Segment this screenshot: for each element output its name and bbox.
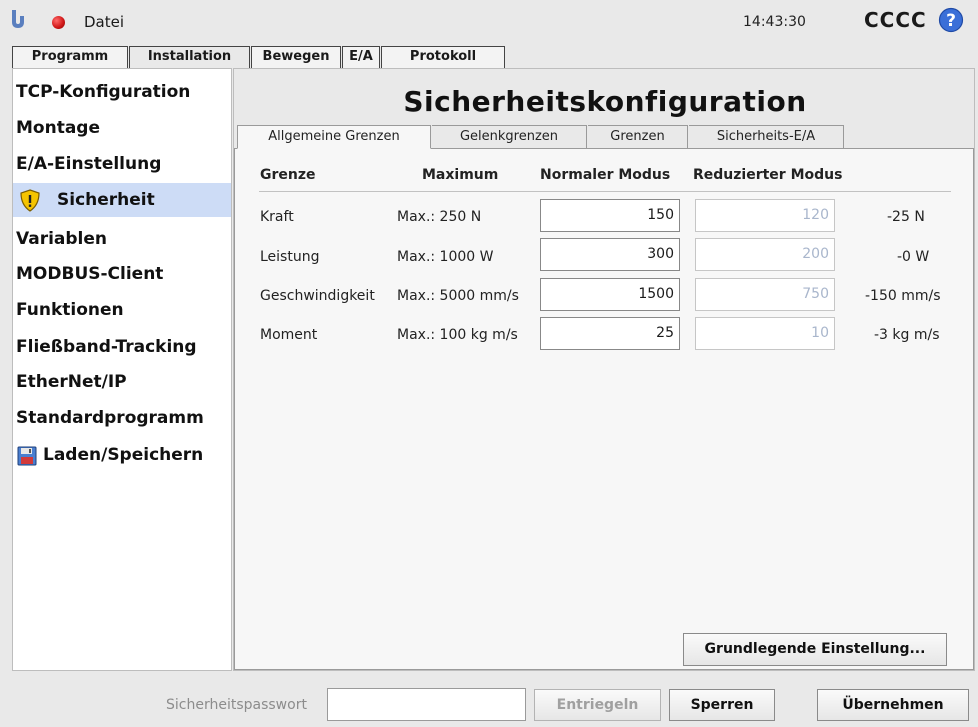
sidebar-item-montage[interactable]: Montage bbox=[13, 111, 231, 145]
tab-ea[interactable]: E/A bbox=[342, 46, 380, 68]
sidebar-item-label: Variablen bbox=[16, 229, 108, 249]
password-input[interactable] bbox=[327, 688, 526, 721]
sidebar-item-label: MODBUS-Client bbox=[16, 264, 164, 284]
sidebar-item-label: Fließband-Tracking bbox=[16, 337, 197, 357]
content-area: Sicherheitskonfiguration Allgemeine Gren… bbox=[233, 68, 975, 671]
file-menu[interactable]: Datei bbox=[84, 13, 124, 31]
ur-logo-icon bbox=[12, 10, 24, 28]
sidebar-item-variablen[interactable]: Variablen bbox=[13, 222, 231, 256]
sidebar-item-label: Laden/Speichern bbox=[43, 445, 204, 465]
header-divider bbox=[259, 191, 951, 192]
subtab-sicherheits-ea[interactable]: Sicherheits-E/A bbox=[689, 125, 844, 149]
normal-mode-field[interactable]: 300 bbox=[540, 238, 680, 271]
normal-mode-field[interactable]: 25 bbox=[540, 317, 680, 350]
limit-maximum: Max.: 5000 mm/s bbox=[397, 288, 519, 304]
column-header-grenze: Grenze bbox=[260, 167, 316, 183]
sidebar-item-laden-speichern[interactable]: Laden/Speichern bbox=[13, 438, 231, 472]
page-title: Sicherheitskonfiguration bbox=[403, 85, 807, 118]
basic-settings-button[interactable]: Grundlegende Einstellung... bbox=[683, 633, 947, 666]
sidebar-item-ea-einstellung[interactable]: E/A-Einstellung bbox=[13, 147, 231, 181]
subtab-grenzen[interactable]: Grenzen bbox=[588, 125, 688, 149]
shield-warning-icon bbox=[20, 189, 40, 212]
limit-maximum: Max.: 250 N bbox=[397, 209, 482, 225]
tab-programm[interactable]: Programm bbox=[12, 46, 128, 68]
column-header-reduzierter-modus: Reduzierter Modus bbox=[693, 167, 843, 183]
reduced-mode-field[interactable]: 750 bbox=[695, 278, 835, 311]
password-label: Sicherheitspasswort bbox=[166, 697, 307, 713]
unlock-button[interactable]: Entriegeln bbox=[534, 689, 661, 721]
help-icon[interactable]: ? bbox=[938, 7, 964, 33]
limit-name: Kraft bbox=[260, 209, 294, 225]
reduced-mode-field[interactable]: 200 bbox=[695, 238, 835, 271]
sidebar-item-fliessband-tracking[interactable]: Fließband-Tracking bbox=[13, 330, 231, 364]
sidebar-item-tcp-konfiguration[interactable]: TCP-Konfiguration bbox=[13, 75, 231, 109]
limit-name: Leistung bbox=[260, 249, 320, 265]
sidebar-item-label: TCP-Konfiguration bbox=[16, 82, 191, 102]
tab-bewegen[interactable]: Bewegen bbox=[251, 46, 341, 68]
clock: 14:43:30 bbox=[743, 14, 806, 30]
limit-name: Moment bbox=[260, 327, 318, 343]
status-indicator-icon[interactable] bbox=[52, 16, 65, 29]
sidebar-item-label: E/A-Einstellung bbox=[16, 154, 162, 174]
sidebar-item-funktionen[interactable]: Funktionen bbox=[13, 293, 231, 327]
sidebar-item-standardprogramm[interactable]: Standardprogramm bbox=[13, 401, 231, 435]
floppy-disk-icon bbox=[17, 446, 37, 466]
column-header-normaler-modus: Normaler Modus bbox=[540, 167, 671, 183]
limit-name: Geschwindigkeit bbox=[260, 288, 375, 304]
sidebar-item-label: Standardprogramm bbox=[16, 408, 204, 428]
limit-maximum: Max.: 100 kg m/s bbox=[397, 327, 518, 343]
limit-delta: -0 W bbox=[897, 249, 930, 265]
reduced-mode-field[interactable]: 120 bbox=[695, 199, 835, 232]
limit-delta: -25 N bbox=[887, 209, 925, 225]
reduced-mode-field[interactable]: 10 bbox=[695, 317, 835, 350]
normal-mode-field[interactable]: 150 bbox=[540, 199, 680, 232]
sidebar-item-label: Funktionen bbox=[16, 300, 124, 320]
apply-button[interactable]: Übernehmen bbox=[817, 689, 969, 721]
sidebar-item-label: EtherNet/IP bbox=[16, 372, 127, 392]
limits-panel: Grenze Maximum Normaler Modus Reduzierte… bbox=[234, 148, 974, 670]
robot-name: CCCC bbox=[864, 8, 927, 32]
installation-sidebar: TCP-Konfiguration Montage E/A-Einstellun… bbox=[12, 68, 232, 671]
subtab-gelenkgrenzen[interactable]: Gelenkgrenzen bbox=[432, 125, 587, 149]
normal-mode-field[interactable]: 1500 bbox=[540, 278, 680, 311]
limit-maximum: Max.: 1000 W bbox=[397, 249, 494, 265]
sidebar-item-ethernet-ip[interactable]: EtherNet/IP bbox=[13, 365, 231, 399]
top-bar: Datei 14:43:30 CCCC ? bbox=[0, 0, 978, 46]
limit-delta: -3 kg m/s bbox=[874, 327, 940, 343]
tab-protokoll[interactable]: Protokoll bbox=[381, 46, 505, 68]
lock-button[interactable]: Sperren bbox=[669, 689, 775, 721]
column-header-maximum: Maximum bbox=[422, 167, 499, 183]
sidebar-item-sicherheit[interactable]: Sicherheit bbox=[13, 183, 231, 217]
svg-text:?: ? bbox=[946, 11, 956, 31]
sidebar-item-label: Montage bbox=[16, 118, 100, 138]
subtab-allgemeine-grenzen[interactable]: Allgemeine Grenzen bbox=[237, 125, 431, 149]
sidebar-item-label: Sicherheit bbox=[57, 190, 155, 210]
limit-delta: -150 mm/s bbox=[865, 288, 941, 304]
tab-installation[interactable]: Installation bbox=[129, 46, 250, 68]
sidebar-item-modbus-client[interactable]: MODBUS-Client bbox=[13, 257, 231, 291]
